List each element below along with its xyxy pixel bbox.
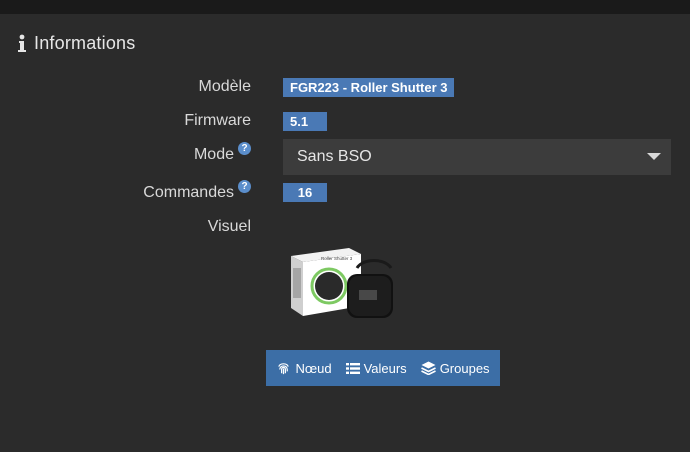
- model-label: Modèle: [198, 78, 251, 95]
- info-icon: [16, 32, 28, 54]
- firmware-label: Firmware: [184, 112, 251, 129]
- mode-help-icon[interactable]: ?: [238, 142, 251, 155]
- top-bar: [0, 0, 690, 14]
- groups-button-label: Groupes: [439, 360, 490, 376]
- layers-icon: [420, 361, 436, 375]
- mode-label: Mode: [193, 146, 234, 163]
- panel-title: Informations: [34, 32, 136, 53]
- mode-select[interactable]: Sans BSO: [283, 139, 671, 175]
- commands-value: 16: [283, 183, 327, 202]
- values-button[interactable]: Valeurs: [345, 360, 407, 376]
- model-value: FGR223 - Roller Shutter 3: [283, 78, 455, 97]
- box-label: Roller Shutter 3: [321, 256, 353, 261]
- chevron-down-icon: [647, 153, 661, 160]
- device-image: Roller Shutter 3: [287, 238, 397, 324]
- commands-label: Commandes: [143, 184, 234, 201]
- panel-header: Informations: [16, 30, 135, 56]
- node-button[interactable]: Nœud: [276, 360, 332, 376]
- visual-label: Visuel: [207, 218, 251, 235]
- values-button-label: Valeurs: [363, 360, 407, 376]
- node-button-label: Nœud: [295, 360, 332, 376]
- mode-select-value: Sans BSO: [297, 148, 372, 165]
- list-icon: [345, 362, 360, 375]
- device-actions-bar: Nœud Valeurs Groupes: [266, 350, 500, 386]
- commands-help-icon[interactable]: ?: [238, 180, 251, 193]
- firmware-value: 5.1: [283, 112, 327, 131]
- groups-button[interactable]: Groupes: [420, 360, 490, 376]
- fingerprint-icon: [276, 361, 291, 376]
